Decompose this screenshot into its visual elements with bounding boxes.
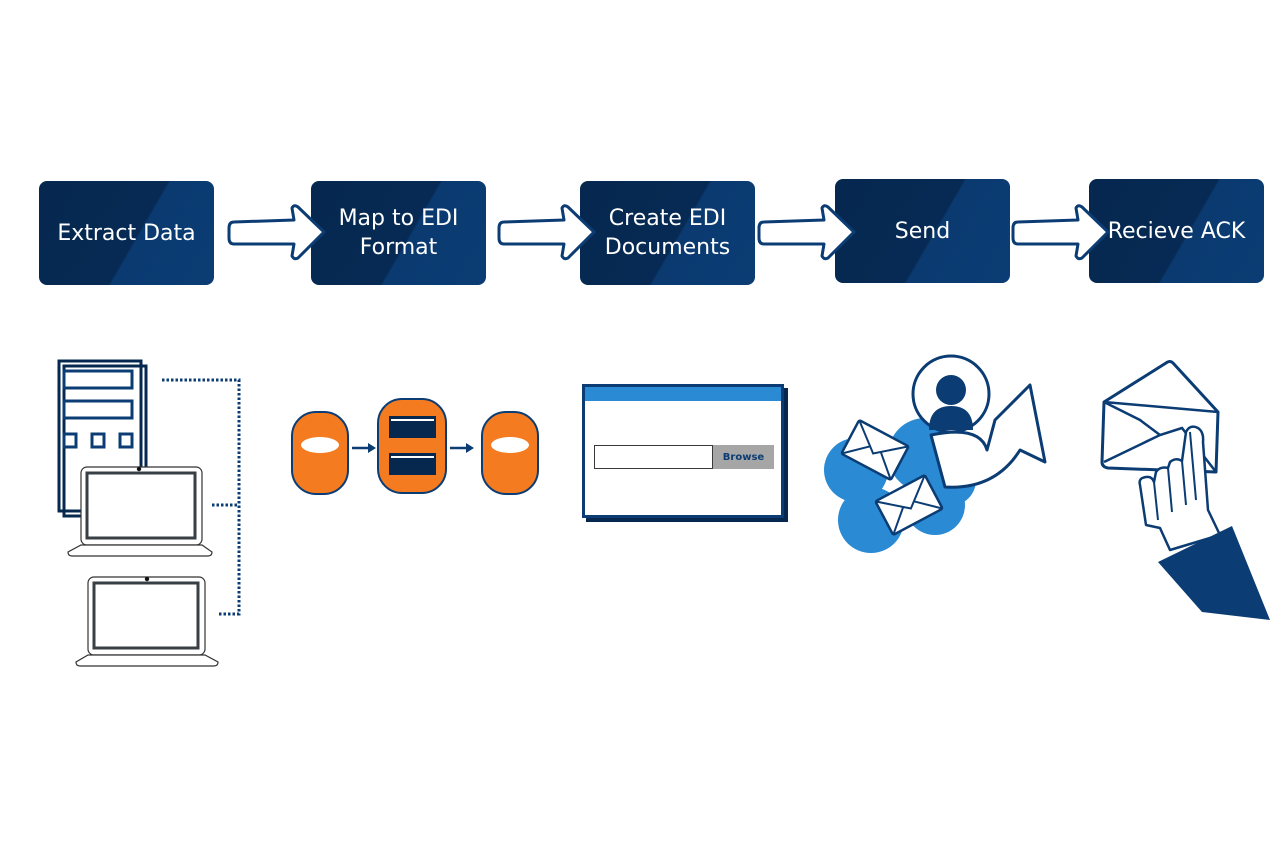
browse-button[interactable]: Browse xyxy=(713,445,774,469)
step-label: Recieve ACK xyxy=(1107,218,1246,244)
step-label: Extract Data xyxy=(57,220,196,246)
file-browse-window-icon: Browse xyxy=(582,384,788,522)
window-title-bar xyxy=(585,387,781,401)
database-transform-icon xyxy=(291,398,539,495)
step-send: Send xyxy=(835,179,1010,283)
step-label: Send xyxy=(894,218,951,244)
step-recieve-ack: Recieve ACK xyxy=(1089,179,1264,283)
flow-arrow-4 xyxy=(1011,204,1110,261)
send-envelopes-icon xyxy=(824,354,1047,553)
flow-arrow-2 xyxy=(497,204,596,261)
step-label: Map to EDI Format xyxy=(338,206,459,260)
step-map-to-edi-format: Map to EDI Format xyxy=(311,181,486,285)
window-frame: Browse xyxy=(582,384,784,518)
flow-arrow-1 xyxy=(227,204,326,261)
step-create-edi-documents: Create EDI Documents xyxy=(580,181,755,285)
hand-holding-envelope-icon xyxy=(1100,360,1270,620)
flow-arrow-3 xyxy=(757,204,856,261)
step-label: Create EDI Documents xyxy=(604,206,731,260)
server-and-laptops-icon xyxy=(57,359,241,667)
step-extract-data: Extract Data xyxy=(39,181,214,285)
file-path-input[interactable] xyxy=(594,445,713,469)
